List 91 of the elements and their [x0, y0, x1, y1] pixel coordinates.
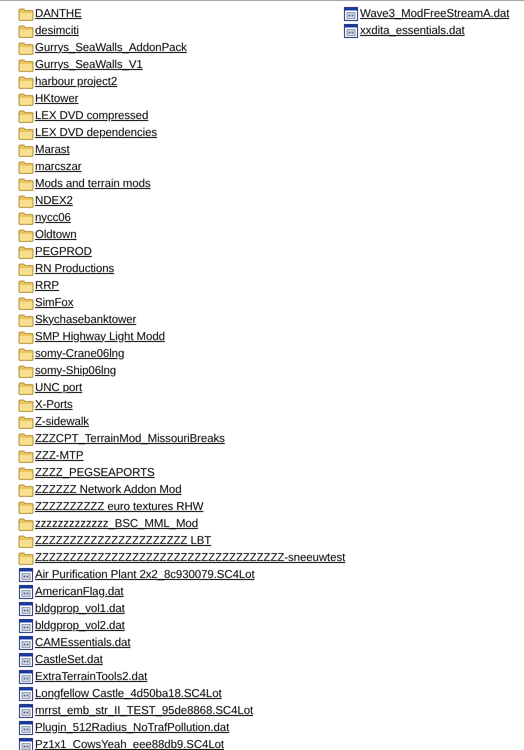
folder-name[interactable]: DANTHE — [35, 6, 82, 20]
file-icon[interactable] — [343, 22, 359, 38]
file-name[interactable]: AmericanFlag.dat — [35, 584, 124, 598]
folder-name[interactable]: marcszar — [35, 160, 82, 174]
folder-name[interactable]: harbour project2 — [35, 74, 118, 88]
folder-icon[interactable] — [18, 192, 34, 208]
folder-name[interactable]: ZZZCPT_TerrainMod_MissouriBreaks — [35, 432, 225, 446]
folder-icon[interactable] — [18, 210, 34, 226]
file-name[interactable]: xxdita_essentials.dat — [360, 24, 465, 38]
folder-icon[interactable] — [18, 380, 34, 396]
folder-icon[interactable] — [18, 6, 34, 22]
folder-name[interactable]: UNC port — [35, 380, 82, 394]
file-icon[interactable] — [18, 600, 34, 616]
file-name[interactable]: bldgprop_vol2.dat — [35, 618, 125, 632]
folder-name[interactable]: ZZZZ_PEGSEAPORTS — [35, 466, 155, 480]
folder-name[interactable]: somy-Crane06lng — [35, 346, 124, 360]
folder-icon[interactable] — [18, 260, 34, 276]
folder-name[interactable]: Marast — [35, 142, 70, 156]
folder-name[interactable]: ZZZZZZZZZZ euro textures RHW — [35, 500, 204, 514]
file-icon[interactable] — [18, 566, 34, 582]
folder-name[interactable]: Skychasebanktower — [35, 312, 136, 326]
folder-name[interactable]: Z-sidewalk — [35, 414, 89, 428]
folder-name[interactable]: HKtower — [35, 92, 78, 106]
file-icon[interactable] — [18, 736, 34, 750]
folder-name[interactable]: PEGPROD — [35, 244, 92, 258]
folder-name[interactable]: ZZZZZZ Network Addon Mod — [35, 482, 182, 496]
folder-name[interactable]: zzzzzzzzzzzzz_BSC_MML_Mod — [35, 516, 198, 530]
file-icon[interactable] — [18, 652, 34, 668]
folder-icon[interactable] — [18, 176, 34, 192]
folder-name[interactable]: RRP — [35, 278, 59, 292]
folder-icon[interactable] — [18, 312, 34, 328]
folder-icon[interactable] — [18, 108, 34, 124]
folder-icon[interactable] — [18, 22, 34, 38]
folder-icon[interactable] — [18, 346, 34, 362]
file-icon[interactable] — [18, 618, 34, 634]
folder-icon[interactable] — [18, 532, 34, 548]
folder-icon[interactable] — [18, 40, 34, 56]
file-name[interactable]: bldgprop_vol1.dat — [35, 602, 125, 616]
folder-icon[interactable] — [18, 158, 34, 174]
file-name[interactable]: Longfellow Castle_4d50ba18.SC4Lot — [35, 686, 222, 700]
folder-name[interactable]: ZZZ-MTP — [35, 448, 84, 462]
folder-name[interactable]: desimciti — [35, 24, 79, 38]
folder-name[interactable]: Mods and terrain mods — [35, 176, 151, 190]
file-name[interactable]: Pz1x1_CowsYeah_eee88db9.SC4Lot — [35, 738, 224, 750]
folder-name[interactable]: SMP Highway Light Modd — [35, 330, 165, 344]
file-icon[interactable] — [18, 668, 34, 684]
file-icon[interactable] — [18, 686, 34, 702]
file-icon[interactable] — [343, 6, 359, 22]
folder-name[interactable]: NDEX2 — [35, 194, 73, 208]
folder-icon[interactable] — [18, 56, 34, 72]
folder-name[interactable]: Gurrys_SeaWalls_AddonPack — [35, 40, 187, 54]
folder-icon[interactable] — [18, 74, 34, 90]
file-name[interactable]: Wave3_ModFreeStreamA.dat — [360, 6, 510, 20]
folder-name[interactable]: X-Ports — [35, 398, 73, 412]
folder-icon[interactable] — [18, 90, 34, 106]
folder-name[interactable]: somy-Ship06lng — [35, 364, 116, 378]
folder-icon[interactable] — [18, 430, 34, 446]
folder-name[interactable]: LEX DVD compressed — [35, 108, 148, 122]
folder-icon[interactable] — [18, 124, 34, 140]
folder-icon[interactable] — [18, 464, 34, 480]
folder-name[interactable]: ZZZZZZZZZZZZZZZZZZZZZZZZZZZZZZZZZZZZ-sneeuwtest — [35, 550, 346, 564]
file-name[interactable]: ExtraTerrainTools2.dat — [35, 670, 148, 684]
folder-icon[interactable] — [18, 328, 34, 344]
folder-name[interactable]: ZZZZZZZZZZZZZZZZZZZZZZ LBT — [35, 534, 212, 548]
folder-icon[interactable] — [18, 294, 34, 310]
folder-icon[interactable] — [18, 516, 34, 532]
file-icon[interactable] — [18, 634, 34, 650]
file-icon[interactable] — [18, 584, 34, 600]
folder-icon[interactable] — [18, 482, 34, 498]
folder-icon[interactable] — [18, 498, 34, 514]
folder-name[interactable]: Gurrys_SeaWalls_V1 — [35, 58, 143, 72]
folder-name[interactable]: nycc06 — [35, 210, 71, 224]
folder-icon[interactable] — [18, 362, 34, 378]
folder-icon[interactable] — [18, 396, 34, 412]
folder-name[interactable]: LEX DVD dependencies — [35, 126, 158, 140]
folder-icon[interactable] — [18, 448, 34, 464]
folder-name[interactable]: Oldtown — [35, 228, 76, 242]
file-icon[interactable] — [18, 720, 34, 736]
folder-icon[interactable] — [18, 244, 34, 260]
folder-icon[interactable] — [18, 226, 34, 242]
folder-icon[interactable] — [18, 142, 34, 158]
file-name[interactable]: CAMEssentials.dat — [35, 636, 130, 650]
file-name[interactable]: CastleSet.dat — [35, 652, 103, 666]
file-name[interactable]: mrrst_emb_str_II_TEST_95de8868.SC4Lot — [35, 704, 254, 718]
folder-name[interactable]: SimFox — [35, 296, 74, 310]
folder-icon[interactable] — [18, 414, 34, 430]
folder-name[interactable]: RN Productions — [35, 262, 114, 276]
file-name[interactable]: Plugin_512Radius_NoTrafPollution.dat — [35, 720, 230, 734]
file-name[interactable]: Air Purification Plant 2x2_8c930079.SC4Lot — [35, 568, 255, 582]
folder-icon[interactable] — [18, 278, 34, 294]
file-icon[interactable] — [18, 702, 34, 718]
